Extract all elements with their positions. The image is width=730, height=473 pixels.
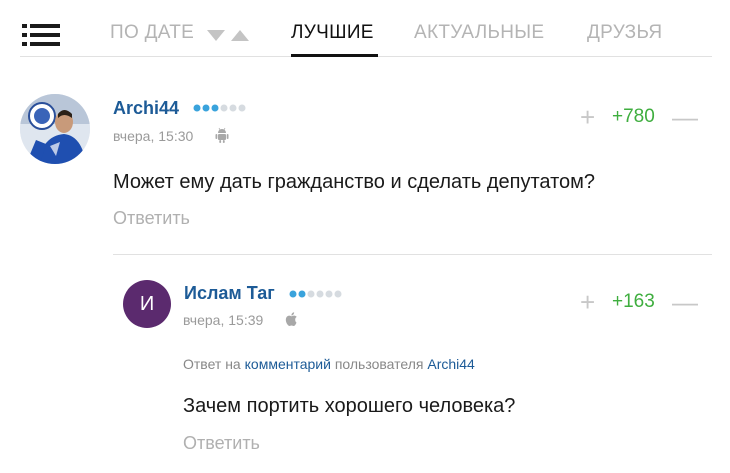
tab-actual[interactable]: АКТУАЛЬНЫЕ (414, 22, 544, 44)
menu-icon[interactable] (22, 24, 60, 46)
comment-score: +163 (612, 291, 655, 312)
upvote-button[interactable]: + (580, 102, 595, 133)
vote-widget: + +780 — (580, 102, 700, 132)
apple-icon (285, 312, 297, 326)
comment-text: Может ему дать гражданство и сделать деп… (113, 171, 596, 193)
reply-to-prefix: Ответ на (183, 356, 241, 372)
comment-author[interactable]: Ислам Таг (184, 283, 275, 304)
avatar-image (20, 94, 90, 164)
comment-divider (113, 254, 712, 255)
downvote-button[interactable]: — (672, 287, 698, 318)
user-rating-dots (289, 290, 342, 298)
comments-sort-tabs: ПО ДАТЕ ЛУЧШИЕ АКТУАЛЬНЫЕ ДРУЗЬЯ (0, 0, 730, 58)
avatar[interactable] (20, 94, 90, 164)
comment-text: Зачем портить хорошего человека? (183, 395, 516, 417)
tab-by-date[interactable]: ПО ДАТЕ (110, 22, 194, 44)
tab-best[interactable]: ЛУЧШИЕ (291, 22, 374, 44)
active-tab-underline (291, 54, 378, 57)
reply-to-middle: пользователя (334, 356, 424, 372)
comment-time: вчера, 15:30 (113, 128, 194, 144)
reply-to-comment-link[interactable]: комментарий (245, 356, 331, 372)
avatar[interactable]: И (123, 280, 171, 328)
comment-author[interactable]: Archi44 (113, 98, 179, 119)
reply-to-user-link[interactable]: Archi44 (427, 356, 474, 372)
vote-widget: + +163 — (580, 287, 700, 317)
sort-arrows-icon[interactable] (205, 27, 251, 43)
reply-button[interactable]: Ответить (113, 208, 190, 229)
reply-button[interactable]: Ответить (183, 433, 260, 454)
android-icon (215, 127, 229, 143)
tab-friends[interactable]: ДРУЗЬЯ (587, 22, 662, 44)
downvote-button[interactable]: — (672, 102, 698, 133)
user-rating-dots (193, 104, 246, 112)
upvote-button[interactable]: + (580, 287, 595, 318)
reply-to-note: Ответ на комментарий пользователя Archi4… (183, 356, 475, 372)
comment-time: вчера, 15:39 (183, 312, 264, 328)
comment-score: +780 (612, 106, 655, 127)
